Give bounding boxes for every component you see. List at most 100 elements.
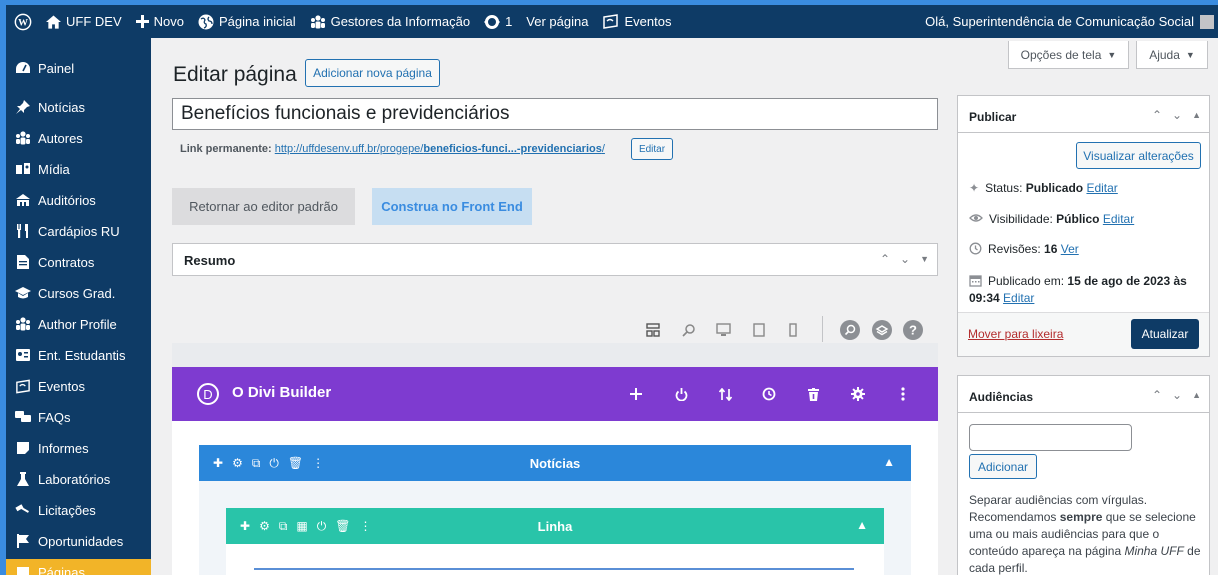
- wireframe-view-icon[interactable]: [644, 321, 662, 339]
- events-link[interactable]: Eventos: [595, 5, 678, 38]
- add-new-page-button[interactable]: Adicionar nova página: [305, 59, 440, 87]
- sidebar-item-oportunidades[interactable]: Oportunidades: [6, 526, 151, 556]
- status-row: ✦ Status: Publicado Editar: [969, 181, 1118, 195]
- chevron-down-icon[interactable]: ⌄: [900, 252, 910, 266]
- layers-circle-icon[interactable]: [871, 319, 893, 341]
- sidebar-item-cursos[interactable]: Cursos Grad.: [6, 278, 151, 308]
- toggle-triangle-icon[interactable]: ▼: [920, 252, 929, 266]
- help-text: Recomendamos: [969, 510, 1060, 524]
- screen-options-button[interactable]: Opções de tela ▼: [1008, 41, 1129, 69]
- toggle-triangle-icon[interactable]: ▲: [1192, 388, 1201, 402]
- help-text: conteúdo apareça na página: [969, 544, 1125, 558]
- move-to-trash-link[interactable]: Mover para lixeira: [968, 327, 1063, 341]
- page-title: Editar página: [173, 63, 297, 86]
- sidebar-item-eventos[interactable]: Eventos: [6, 371, 151, 401]
- gear-icon[interactable]: [849, 385, 867, 403]
- desktop-view-icon[interactable]: [714, 321, 732, 339]
- add-icon[interactable]: [627, 385, 645, 403]
- sort-icon[interactable]: [716, 385, 734, 403]
- sidebar-item-ent-estudantis[interactable]: Ent. Estudantis: [6, 340, 151, 370]
- new-content-link[interactable]: Novo: [129, 5, 191, 38]
- tablet-view-icon[interactable]: [750, 321, 768, 339]
- dropdown-arrow-icon: ▼: [1185, 49, 1195, 60]
- audience-input[interactable]: [969, 424, 1132, 451]
- divi-row-header[interactable]: ✚ ⚙ ⧉ ▦ ⏻ 🗑 ⋮ Linha ▲: [226, 508, 884, 544]
- new-label: Novo: [153, 14, 184, 29]
- edit-status-link[interactable]: Editar: [1086, 181, 1117, 195]
- chevron-up-icon[interactable]: ⌃: [880, 252, 890, 266]
- collapse-caret-icon[interactable]: ▲: [883, 455, 895, 469]
- help-text: que se selecione: [1102, 510, 1196, 524]
- sidebar-item-noticias[interactable]: Notícias: [6, 92, 151, 122]
- account-menu[interactable]: Olá, Superintendência de Comunicação Soc…: [925, 5, 1214, 38]
- chevron-down-icon[interactable]: ⌄: [1172, 388, 1182, 402]
- status-label: Status:: [985, 181, 1023, 195]
- sidebar-item-contratos[interactable]: Contratos: [6, 247, 151, 277]
- home-page-link[interactable]: Página inicial: [191, 5, 303, 38]
- home-label: Página inicial: [218, 14, 296, 29]
- update-button[interactable]: Atualizar: [1131, 319, 1199, 349]
- chevron-up-icon[interactable]: ⌃: [1152, 388, 1162, 402]
- publish-panel: Publicar ⌃ ⌄ ▲ Visualizar alterações ✦ S…: [957, 95, 1210, 357]
- sidebar-item-licitacoes[interactable]: Licitações: [6, 495, 151, 525]
- published-value: 15 de ago de 2023 às: [1067, 274, 1187, 288]
- chevron-up-icon[interactable]: ⌃: [1152, 108, 1162, 122]
- sidebar-item-cardapios[interactable]: Cardápios RU: [6, 216, 151, 246]
- divi-section-header[interactable]: ✚ ⚙ ⧉ ⏻ 🗑 ⋮ Notícias ▲: [199, 445, 911, 481]
- site-name-link[interactable]: UFF DEV: [39, 5, 129, 38]
- help-circle-icon[interactable]: ?: [902, 319, 924, 341]
- resumo-panel[interactable]: Resumo ⌃ ⌄ ▼: [172, 243, 938, 276]
- sidebar-item-painel[interactable]: Painel: [6, 53, 151, 83]
- gestores-link[interactable]: Gestores da Informação: [303, 5, 477, 38]
- sidebar-item-author-profile[interactable]: Author Profile: [6, 309, 151, 339]
- edit-permalink-button[interactable]: Editar: [631, 138, 673, 160]
- sidebar-item-midia[interactable]: Mídia: [6, 154, 151, 184]
- sidebar-item-autores[interactable]: Autores: [6, 123, 151, 153]
- help-line: Separar audiências com vírgulas.: [969, 493, 1148, 507]
- sidebar-item-paginas[interactable]: Páginas: [6, 559, 151, 575]
- avatar: [1200, 14, 1214, 29]
- help-button[interactable]: Ajuda ▼: [1136, 41, 1208, 69]
- view-page-link[interactable]: Ver página: [519, 5, 595, 38]
- groups-icon: [15, 316, 31, 332]
- graduation-icon: [15, 285, 31, 301]
- panel-divider: [958, 132, 1209, 133]
- trash-icon[interactable]: [804, 385, 822, 403]
- toggle-triangle-icon[interactable]: ▲: [1192, 108, 1201, 122]
- zoom-icon[interactable]: [680, 321, 698, 339]
- return-default-editor-button[interactable]: Retornar ao editor padrão: [172, 188, 355, 225]
- post-title-input[interactable]: Benefícios funcionais e previdenciários: [172, 98, 938, 130]
- chevron-down-icon[interactable]: ⌄: [1172, 108, 1182, 122]
- edit-visibility-link[interactable]: Editar: [1103, 212, 1134, 226]
- more-options-icon[interactable]: [894, 385, 912, 403]
- visibility-label: Visibilidade:: [989, 212, 1053, 226]
- divi-title: O Divi Builder: [232, 384, 332, 401]
- permalink-link[interactable]: http://uffdesenv.uff.br/progepe/benefici…: [275, 143, 605, 155]
- sidebar-item-label: Contratos: [38, 254, 95, 270]
- history-icon[interactable]: [760, 385, 778, 403]
- add-audience-button[interactable]: Adicionar: [969, 454, 1037, 479]
- published-label: Publicado em:: [988, 274, 1065, 288]
- sidebar-item-faqs[interactable]: FAQs: [6, 402, 151, 432]
- collapse-caret-icon[interactable]: ▲: [856, 518, 868, 532]
- phone-view-icon[interactable]: [784, 321, 802, 339]
- sidebar-item-label: Eventos: [38, 378, 85, 394]
- events-label: Eventos: [624, 14, 672, 29]
- power-icon[interactable]: [672, 385, 690, 403]
- events-icon: [603, 14, 619, 29]
- revisions-value: 16: [1044, 242, 1058, 256]
- updates-link[interactable]: 1: [477, 5, 519, 38]
- view-revisions-link[interactable]: Ver: [1061, 242, 1079, 256]
- permalink-base: http://uffdesenv.uff.br/progepe/: [274, 143, 424, 155]
- eye-icon: [969, 212, 983, 226]
- sidebar-item-informes[interactable]: Informes: [6, 433, 151, 463]
- preview-changes-button[interactable]: Visualizar alterações: [1076, 142, 1201, 169]
- history-icon: [969, 242, 982, 258]
- build-front-end-button[interactable]: Construa no Front End: [372, 188, 532, 225]
- window-frame-left: [0, 0, 6, 575]
- edit-date-link[interactable]: Editar: [1003, 291, 1034, 305]
- sidebar-item-auditorios[interactable]: Auditórios: [6, 185, 151, 215]
- visibility-row: Visibilidade: Público Editar: [969, 212, 1134, 226]
- search-circle-icon[interactable]: [839, 319, 861, 341]
- sidebar-item-laboratorios[interactable]: Laboratórios: [6, 464, 151, 494]
